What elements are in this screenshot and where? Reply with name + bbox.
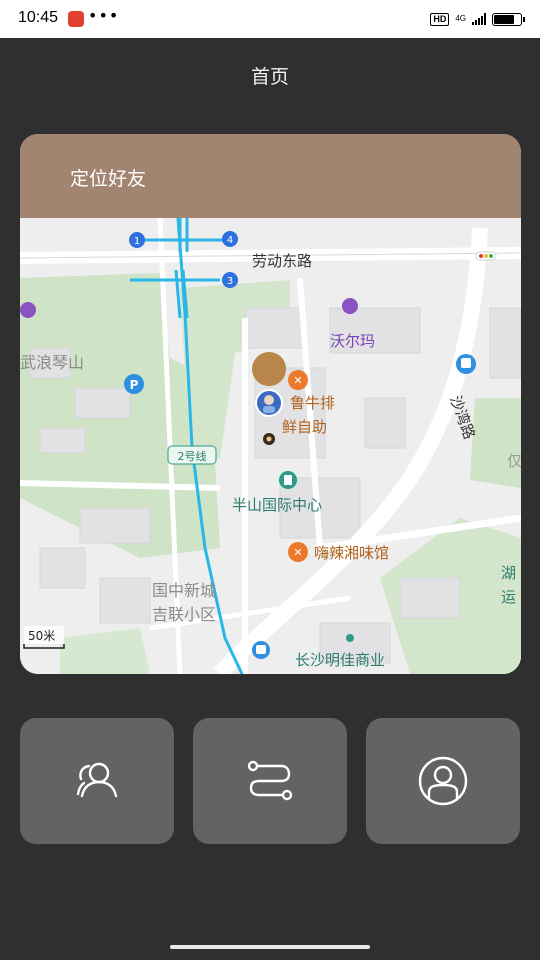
- svg-text:4: 4: [227, 235, 233, 246]
- battery-icon: [492, 12, 525, 26]
- route-button[interactable]: [193, 718, 347, 844]
- edge-label-3: 仅: [507, 452, 521, 470]
- metro-exit-4[interactable]: 4: [222, 231, 238, 247]
- profile-icon: [418, 756, 468, 806]
- parking-icon[interactable]: P: [124, 374, 144, 394]
- area-label-wulangqin: 武浪琴山: [20, 353, 84, 372]
- battery-level: [494, 14, 514, 24]
- card-title: 定位好友: [70, 168, 147, 190]
- network-type: 4G: [455, 14, 466, 23]
- more-notifications-indicator: •••: [88, 6, 120, 25]
- notification-app-icon: [68, 11, 84, 27]
- area-label-guozhong: 国中新城: [152, 581, 216, 600]
- svg-text:P: P: [130, 378, 139, 392]
- poi-left-purple[interactable]: [20, 302, 36, 318]
- signal-icon: [472, 13, 486, 25]
- home-indicator[interactable]: [170, 945, 370, 949]
- bus-stop-icon[interactable]: [456, 354, 476, 374]
- status-indicators: HD 4G: [430, 9, 525, 29]
- status-time: 10:45: [18, 9, 59, 26]
- bus-stop-icon-2[interactable]: [252, 641, 270, 659]
- svg-text:✕: ✕: [293, 546, 302, 559]
- map-canvas[interactable]: 1 4 3 2号线 劳动东路 沙湾路 沃尔玛 武浪琴山 P ✕ 鲁牛排 鲜自助 …: [20, 218, 521, 674]
- traffic-light-icon: [475, 251, 497, 261]
- friends-icon: [76, 762, 118, 798]
- route-icon: [247, 760, 293, 801]
- poi-hai-la[interactable]: ✕ 嗨辣湘味馆: [288, 542, 389, 562]
- metro-line-badge: 2号线: [167, 445, 217, 465]
- svg-text:鲜自助: 鲜自助: [282, 418, 327, 436]
- park-area-4: [470, 398, 521, 488]
- metro-exit-1[interactable]: 1: [129, 232, 145, 248]
- svg-text:✕: ✕: [293, 374, 302, 387]
- svg-text:嗨辣湘味馆: 嗨辣湘味馆: [314, 544, 389, 562]
- page-title: 首页: [250, 66, 289, 88]
- svg-text:50米: 50米: [28, 629, 55, 643]
- svg-text:长沙明佳商业: 长沙明佳商业: [295, 651, 385, 669]
- svg-text:3: 3: [227, 276, 233, 287]
- hd-icon: HD: [430, 12, 450, 26]
- status-bar: 10:45 ••• HD 4G: [0, 0, 540, 38]
- svg-text:鲁牛排: 鲁牛排: [290, 394, 335, 412]
- svg-text:1: 1: [134, 236, 140, 247]
- road-label-laodong: 劳动东路: [252, 252, 312, 270]
- area-label-jilian: 吉联小区: [152, 605, 216, 624]
- card-header: 定位好友: [20, 134, 521, 218]
- profile-button[interactable]: [366, 718, 520, 844]
- svg-text:2号线: 2号线: [178, 449, 207, 463]
- svg-text:半山国际中心: 半山国际中心: [232, 496, 322, 514]
- metro-exit-3[interactable]: 3: [222, 272, 238, 288]
- map-view[interactable]: 1 4 3 2号线 劳动东路 沙湾路 沃尔玛 武浪琴山 P ✕ 鲁牛排 鲜自助 …: [20, 218, 521, 674]
- friends-button[interactable]: [20, 718, 174, 844]
- svg-text:沃尔玛: 沃尔玛: [330, 332, 375, 350]
- edge-label-2: 运: [501, 588, 516, 606]
- locate-friends-card[interactable]: 定位好友 1 4 3 2号线 劳动东路 沙湾路 沃尔玛 武浪琴山 P ✕ 鲁牛排…: [20, 134, 521, 674]
- edge-label-1: 湖: [501, 564, 516, 582]
